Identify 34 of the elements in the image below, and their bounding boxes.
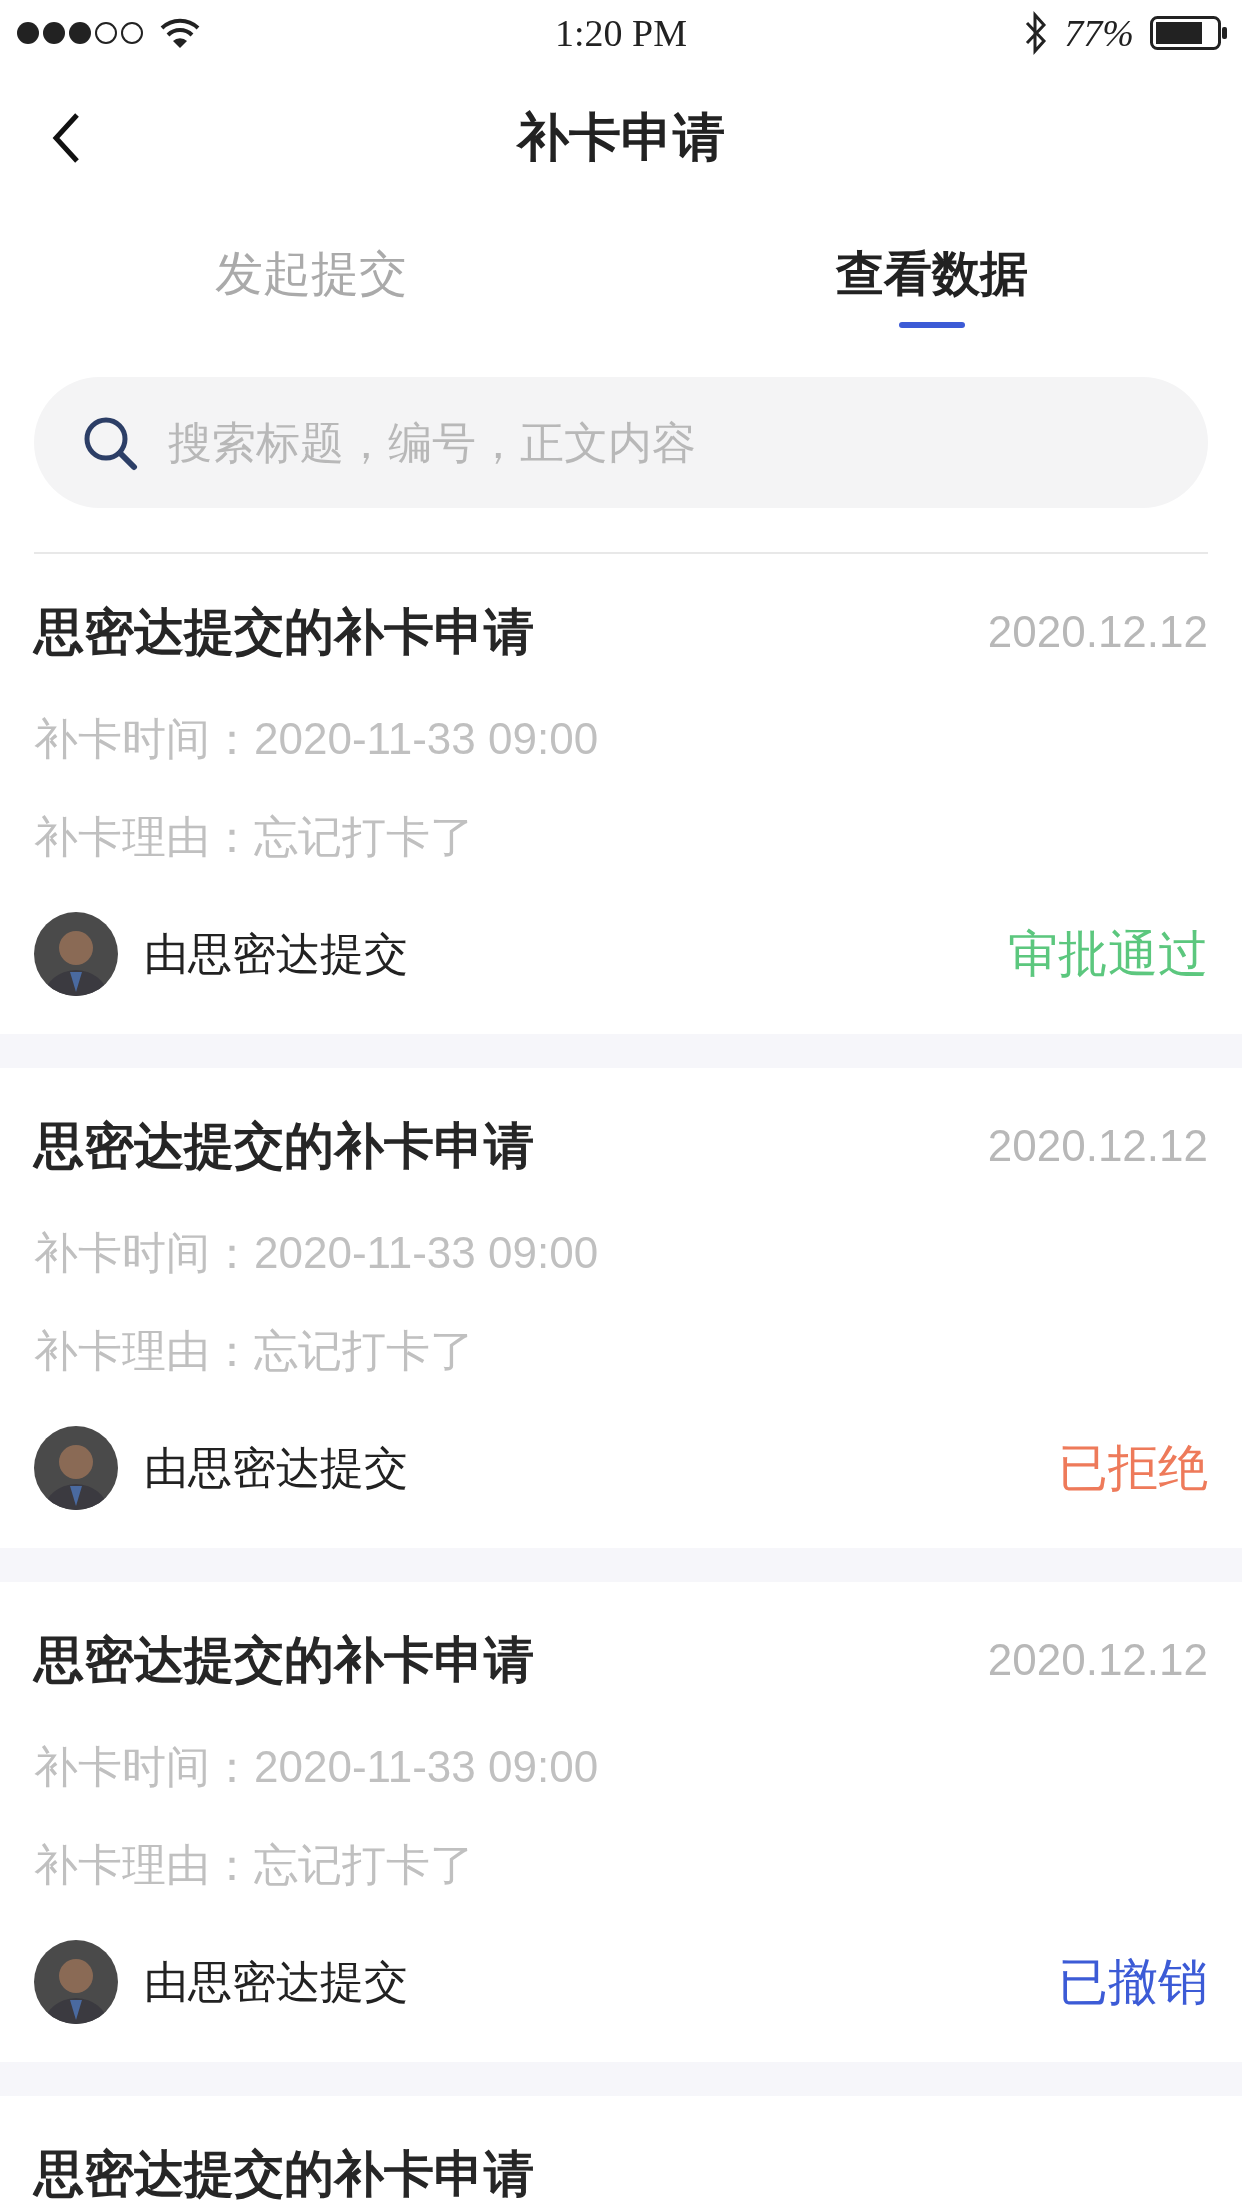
record-time: 补卡时间：2020-11-33 09:00: [34, 1227, 600, 1279]
tab-indicator: [898, 322, 965, 328]
record-date: 2020.12.12: [987, 1635, 1208, 1685]
back-icon[interactable]: [52, 112, 80, 164]
wifi-icon: [160, 17, 200, 49]
battery-percent: 77%: [1064, 11, 1134, 55]
search-field[interactable]: 搜索标题，编号，正文内容: [34, 377, 1208, 508]
record-card[interactable]: 思密达提交的补卡申请 2020.12.12 补卡时间：2020-11-33 09:00 补卡理由：忘记打卡了 由思密达提交 已拒绝: [0, 1068, 1242, 1548]
record-time: 补卡时间：2020-11-33 09:00: [34, 713, 600, 765]
record-reason: 补卡理由：忘记打卡了: [34, 1325, 475, 1377]
tab[interactable]: 查看数据: [829, 244, 1034, 304]
signal-icon: [14, 19, 144, 47]
approval-status: 审批通过: [1008, 924, 1208, 984]
record-card[interactable]: 思密达提交的补卡申请 2020.12.12 补卡时间：2020-11-33 09:00 补卡理由：忘记打卡了 由思密达提交 审批通过: [0, 554, 1242, 1034]
record-title: 思密达提交的补卡申请: [34, 1630, 534, 1690]
approval-status: 已拒绝: [1058, 1438, 1208, 1498]
record-title: 思密达提交的补卡申请: [34, 602, 534, 662]
record-reason: 补卡理由：忘记打卡了: [34, 1839, 475, 1891]
record-title: 思密达提交的补卡申请: [34, 2144, 534, 2204]
record-reason: 补卡理由：忘记打卡了: [34, 811, 475, 863]
record-card[interactable]: 思密达提交的补卡申请 2020.12.12 补卡时间：2020-11-33 09:00 补卡理由：忘记打卡了 由思密达提交 已撤销: [0, 1582, 1242, 2062]
record-date: 2020.12.12: [987, 607, 1208, 657]
approval-status: 已撤销: [1058, 1952, 1208, 2012]
submitter-label: 由思密达提交: [144, 1955, 409, 2008]
record-card[interactable]: 思密达提交的补卡申请: [0, 2096, 1242, 2208]
submitter-label: 由思密达提交: [144, 1441, 409, 1494]
record-date: 2020.12.12: [987, 1121, 1208, 1171]
battery-icon: [1150, 16, 1228, 50]
page-title: 补卡申请: [517, 107, 725, 168]
bluetooth-icon: [1024, 11, 1049, 55]
submitter-label: 由思密达提交: [144, 927, 409, 980]
status-time: 1:20 PM: [555, 11, 687, 55]
record-title: 思密达提交的补卡申请: [34, 1116, 534, 1176]
record-time: 补卡时间：2020-11-33 09:00: [34, 1741, 600, 1793]
